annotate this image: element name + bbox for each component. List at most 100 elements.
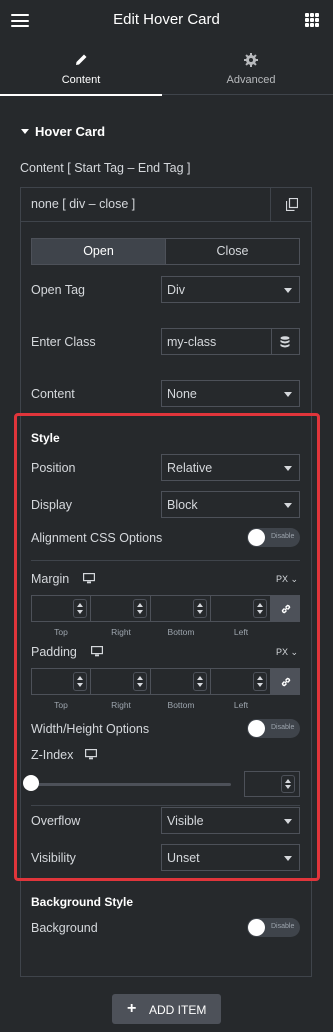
section-title: Hover Card <box>35 124 106 139</box>
display-value: Block <box>167 498 198 512</box>
stepper-icon[interactable] <box>73 672 87 691</box>
tab-advanced-label: Advanced <box>226 74 276 86</box>
database-icon <box>280 336 290 348</box>
toggle-knob <box>248 529 265 546</box>
repeater-item-header[interactable]: none [ div – close ] <box>20 187 312 222</box>
padding-left-input[interactable] <box>211 668 271 695</box>
visibility-label: Visibility <box>31 851 76 865</box>
tab-content[interactable]: Content <box>0 40 162 96</box>
padding-bottom-input[interactable] <box>151 668 211 695</box>
background-toggle[interactable]: Disable <box>247 918 300 937</box>
margin-unit: PX <box>276 574 289 584</box>
margin-bottom-input[interactable] <box>151 595 211 622</box>
zindex-slider-track[interactable] <box>31 783 231 786</box>
background-style-heading: Background Style <box>31 895 134 909</box>
tab-open[interactable]: Open <box>32 239 165 264</box>
zindex-number-input[interactable] <box>244 771 300 797</box>
panel-header: Edit Hover Card <box>0 0 333 40</box>
toggle-text: Disable <box>271 724 295 731</box>
dynamic-tags-button[interactable] <box>272 328 300 355</box>
panel-tabs: Content Advanced <box>0 40 333 96</box>
position-value: Relative <box>167 461 213 475</box>
width-height-toggle[interactable]: Disable <box>247 719 300 738</box>
enter-class-label: Enter Class <box>31 335 96 349</box>
enter-class-value: my-class <box>167 335 217 349</box>
stepper-icon[interactable] <box>73 599 87 618</box>
toggle-knob <box>248 720 265 737</box>
side-label-left: Left <box>233 700 249 710</box>
padding-unit-select[interactable]: PX ⌄ <box>276 647 298 658</box>
padding-top-input[interactable] <box>31 668 91 695</box>
content-value: None <box>167 387 197 401</box>
margin-right-input[interactable] <box>91 595 151 622</box>
divider <box>31 805 300 806</box>
desktop-icon[interactable] <box>91 646 103 657</box>
margin-inputs <box>31 595 300 622</box>
overflow-select[interactable]: Visible <box>161 807 300 834</box>
desktop-icon[interactable] <box>83 573 95 584</box>
content-select[interactable]: None <box>161 380 300 407</box>
width-height-label: Width/Height Options <box>31 722 150 736</box>
pencil-icon <box>76 54 87 65</box>
padding-label: Padding <box>31 645 77 659</box>
margin-side-labels: Top Right Bottom Left <box>31 627 271 637</box>
caret-down-icon <box>284 288 292 293</box>
background-label: Background <box>31 921 98 935</box>
plus-icon: + <box>127 1000 137 1017</box>
tab-content-label: Content <box>61 74 101 86</box>
duplicate-button[interactable] <box>270 188 311 221</box>
open-close-switcher: Open Close <box>31 238 300 265</box>
caret-down-icon <box>284 856 292 861</box>
caret-down-icon <box>284 392 292 397</box>
repeater-item-title: none [ div – close ] <box>31 197 136 211</box>
add-item-button[interactable]: + ADD ITEM <box>112 994 221 1024</box>
tab-close[interactable]: Close <box>165 239 299 264</box>
side-label-top: Top <box>54 700 68 710</box>
toggle-knob <box>248 919 265 936</box>
content-label: Content <box>31 387 75 401</box>
stepper-icon[interactable] <box>193 599 207 618</box>
display-select[interactable]: Block <box>161 491 300 518</box>
zindex-slider-handle[interactable] <box>23 775 39 791</box>
alignment-toggle[interactable]: Disable <box>247 528 300 547</box>
copy-icon <box>286 198 298 211</box>
caret-down-icon <box>284 819 292 824</box>
stepper-icon[interactable] <box>253 599 267 618</box>
enter-class-input[interactable]: my-class <box>161 328 272 355</box>
stepper-icon[interactable] <box>133 672 147 691</box>
side-label-top: Top <box>54 627 68 637</box>
margin-unit-select[interactable]: PX ⌄ <box>276 574 298 585</box>
side-label-left: Left <box>233 627 249 637</box>
padding-inputs <box>31 668 300 695</box>
gear-icon <box>244 53 258 67</box>
desktop-icon[interactable] <box>85 749 97 760</box>
margin-label: Margin <box>31 572 70 586</box>
margin-left-input[interactable] <box>211 595 271 622</box>
overflow-value: Visible <box>167 814 204 828</box>
padding-link-button[interactable] <box>271 668 300 695</box>
position-label: Position <box>31 461 76 475</box>
stepper-icon[interactable] <box>281 775 295 793</box>
tab-advanced[interactable]: Advanced <box>170 40 332 95</box>
margin-top-input[interactable] <box>31 595 91 622</box>
stepper-icon[interactable] <box>193 672 207 691</box>
position-select[interactable]: Relative <box>161 454 300 481</box>
open-tag-select[interactable]: Div <box>161 276 300 303</box>
toggle-text: Disable <box>271 533 295 540</box>
style-heading: Style <box>31 431 60 445</box>
margin-link-button[interactable] <box>271 595 300 622</box>
add-item-label: ADD ITEM <box>149 1003 207 1017</box>
display-label: Display <box>31 498 72 512</box>
section-toggle-hover-card[interactable]: Hover Card <box>21 124 105 139</box>
visibility-select[interactable]: Unset <box>161 844 300 871</box>
stepper-icon[interactable] <box>133 599 147 618</box>
link-icon <box>281 677 291 687</box>
zindex-label: Z-Index <box>31 748 74 762</box>
caret-down-icon <box>284 466 292 471</box>
stepper-icon[interactable] <box>253 672 267 691</box>
alignment-label: Alignment CSS Options <box>31 531 163 545</box>
padding-right-input[interactable] <box>91 668 151 695</box>
side-label-bottom: Bottom <box>167 700 195 710</box>
side-label-right: Right <box>111 627 131 637</box>
apps-grid-icon[interactable] <box>305 13 319 27</box>
